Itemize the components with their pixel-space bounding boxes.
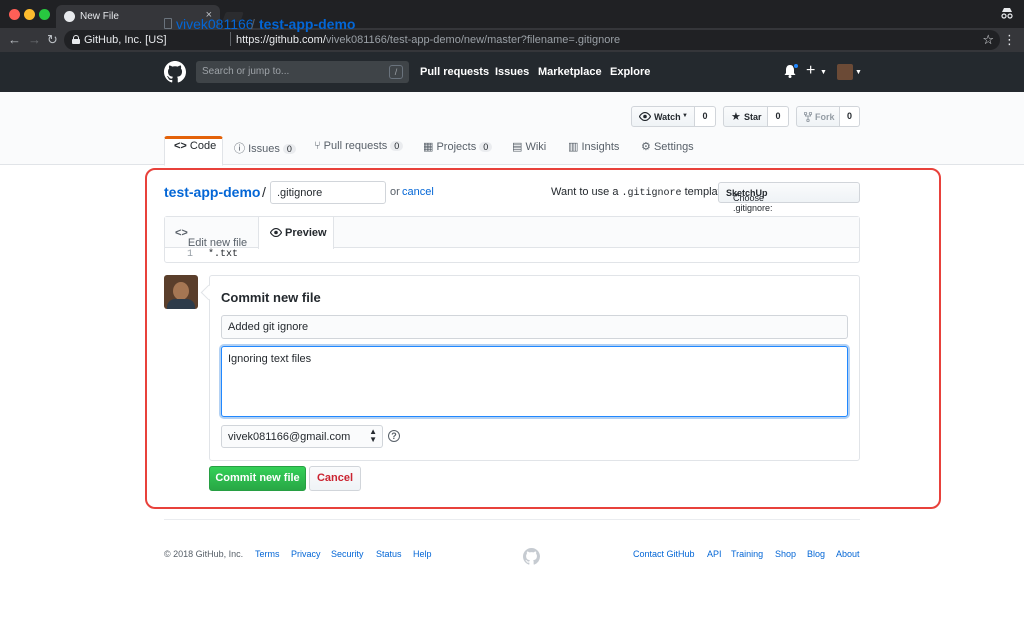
github-header: Search or jump to... / Pull requests Iss… xyxy=(0,52,1024,92)
repo-owner-link[interactable]: vivek081166 xyxy=(176,16,254,32)
url-path: vivek081166/test-app-demo/new/master?fil… xyxy=(325,34,621,46)
create-new-plus-icon[interactable]: + xyxy=(806,62,815,80)
github-favicon-icon xyxy=(64,11,75,22)
forward-icon[interactable]: → xyxy=(28,32,41,48)
footer-link-terms[interactable]: Terms xyxy=(255,549,280,559)
url-text: https://github.com/vivek081166/test-app-… xyxy=(236,34,620,46)
annotation-highlight-box xyxy=(145,168,941,509)
tab-insights-label: Insights xyxy=(581,141,620,153)
lock-icon xyxy=(72,35,80,44)
tab-wiki-label: Wiki xyxy=(525,141,547,153)
footer-link-privacy[interactable]: Privacy xyxy=(291,549,321,559)
footer-link-blog[interactable]: Blog xyxy=(807,549,825,559)
minimize-window-button[interactable] xyxy=(24,9,35,20)
watch-caret-icon: ▼ xyxy=(682,113,688,119)
address-separator xyxy=(230,32,231,46)
tab-projects-count: 0 xyxy=(479,142,493,152)
book-icon: ▤ xyxy=(512,141,523,153)
fork-label: Fork xyxy=(815,112,835,122)
git-pull-request-icon: ⑂ xyxy=(314,140,321,152)
tab-issues[interactable]: ⓘ Issues 0 xyxy=(234,140,296,166)
footer-link-api[interactable]: API xyxy=(707,549,722,559)
site-identity: GitHub, Inc. [US] xyxy=(84,34,167,46)
footer-link-shop[interactable]: Shop xyxy=(775,549,796,559)
footer-link-status[interactable]: Status xyxy=(376,549,402,559)
create-caret-icon: ▼ xyxy=(820,69,827,76)
tab-code[interactable]: <> Code xyxy=(174,140,216,166)
repo-icon xyxy=(164,18,172,29)
url-host: https://github.com/ xyxy=(236,34,326,46)
search-placeholder: Search or jump to... xyxy=(202,66,290,77)
footer-link-contact-github[interactable]: Contact GitHub xyxy=(633,549,695,559)
graph-icon: ▥ xyxy=(568,141,579,153)
tab-projects-label: Projects xyxy=(436,141,477,153)
tab-insights[interactable]: ▥ Insights xyxy=(568,140,619,166)
footer-copyright: © 2018 GitHub, Inc. xyxy=(164,549,244,559)
tab-issues-label: Issues xyxy=(248,143,280,155)
nav-marketplace[interactable]: Marketplace xyxy=(538,66,602,78)
star-button[interactable]: ★ Star xyxy=(723,106,768,127)
address-bar[interactable]: GitHub, Inc. [US] https://github.com/viv… xyxy=(64,30,1000,50)
code-icon: <> xyxy=(174,140,187,152)
user-avatar[interactable] xyxy=(837,64,853,80)
tab-pull-requests[interactable]: ⑂ Pull requests 0 xyxy=(314,140,404,166)
footer-link-security[interactable]: Security xyxy=(331,549,364,559)
watch-count[interactable]: 0 xyxy=(695,106,716,127)
watch-button[interactable]: Watch ▼ xyxy=(631,106,695,127)
tab-issues-count: 0 xyxy=(282,144,296,154)
github-logo-icon[interactable] xyxy=(164,61,186,83)
tab-wiki[interactable]: ▤ Wiki xyxy=(512,140,546,166)
search-shortcut-key: / xyxy=(389,65,403,79)
browser-tabstrip: New File × xyxy=(0,0,1024,28)
nav-issues[interactable]: Issues xyxy=(495,66,529,78)
tab-code-label: Code xyxy=(189,140,217,152)
tab-settings[interactable]: ⚙ Settings xyxy=(641,140,694,166)
nav-pull-requests[interactable]: Pull requests xyxy=(420,66,489,78)
star-label: Star xyxy=(744,112,762,122)
footer-divider xyxy=(164,519,860,520)
tab-projects[interactable]: ▦ Projects 0 xyxy=(423,140,493,166)
repo-path-slash: / xyxy=(251,16,255,32)
footer-link-training[interactable]: Training xyxy=(731,549,763,559)
browser-menu-icon[interactable]: ⋮ xyxy=(1003,33,1016,47)
star-icon: ★ xyxy=(731,111,741,123)
back-icon[interactable]: ← xyxy=(8,32,21,48)
avatar-caret-icon: ▼ xyxy=(855,69,862,76)
notifications-bell-icon[interactable] xyxy=(784,63,799,78)
global-search-input[interactable]: Search or jump to... / xyxy=(196,61,409,83)
tab-pull-requests-count: 0 xyxy=(390,141,404,151)
fork-button[interactable]: Fork xyxy=(796,106,840,127)
eye-icon xyxy=(639,112,651,121)
footer-link-help[interactable]: Help xyxy=(413,549,432,559)
fork-icon xyxy=(804,112,812,122)
bookmark-star-icon[interactable]: ☆ xyxy=(982,32,994,48)
fork-count[interactable]: 0 xyxy=(840,106,860,127)
notification-dot xyxy=(793,63,799,69)
maximize-window-button[interactable] xyxy=(39,9,50,20)
repo-name-link[interactable]: test-app-demo xyxy=(259,16,355,32)
tab-pull-requests-label: Pull requests xyxy=(323,140,388,152)
project-icon: ▦ xyxy=(423,141,434,153)
tab-title: New File xyxy=(80,11,119,22)
gear-icon: ⚙ xyxy=(641,141,651,153)
star-count[interactable]: 0 xyxy=(768,106,789,127)
browser-toolbar: ← → ↻ GitHub, Inc. [US] https://github.c… xyxy=(0,28,1024,52)
footer-link-about[interactable]: About xyxy=(836,549,860,559)
close-window-button[interactable] xyxy=(9,9,20,20)
incognito-icon xyxy=(1000,7,1014,22)
github-footer-logo-icon[interactable] xyxy=(523,548,540,565)
issue-opened-icon: ⓘ xyxy=(234,143,245,155)
reload-icon[interactable]: ↻ xyxy=(47,32,58,48)
nav-explore[interactable]: Explore xyxy=(610,66,650,78)
watch-label: Watch xyxy=(654,112,681,122)
tab-settings-label: Settings xyxy=(653,141,694,153)
